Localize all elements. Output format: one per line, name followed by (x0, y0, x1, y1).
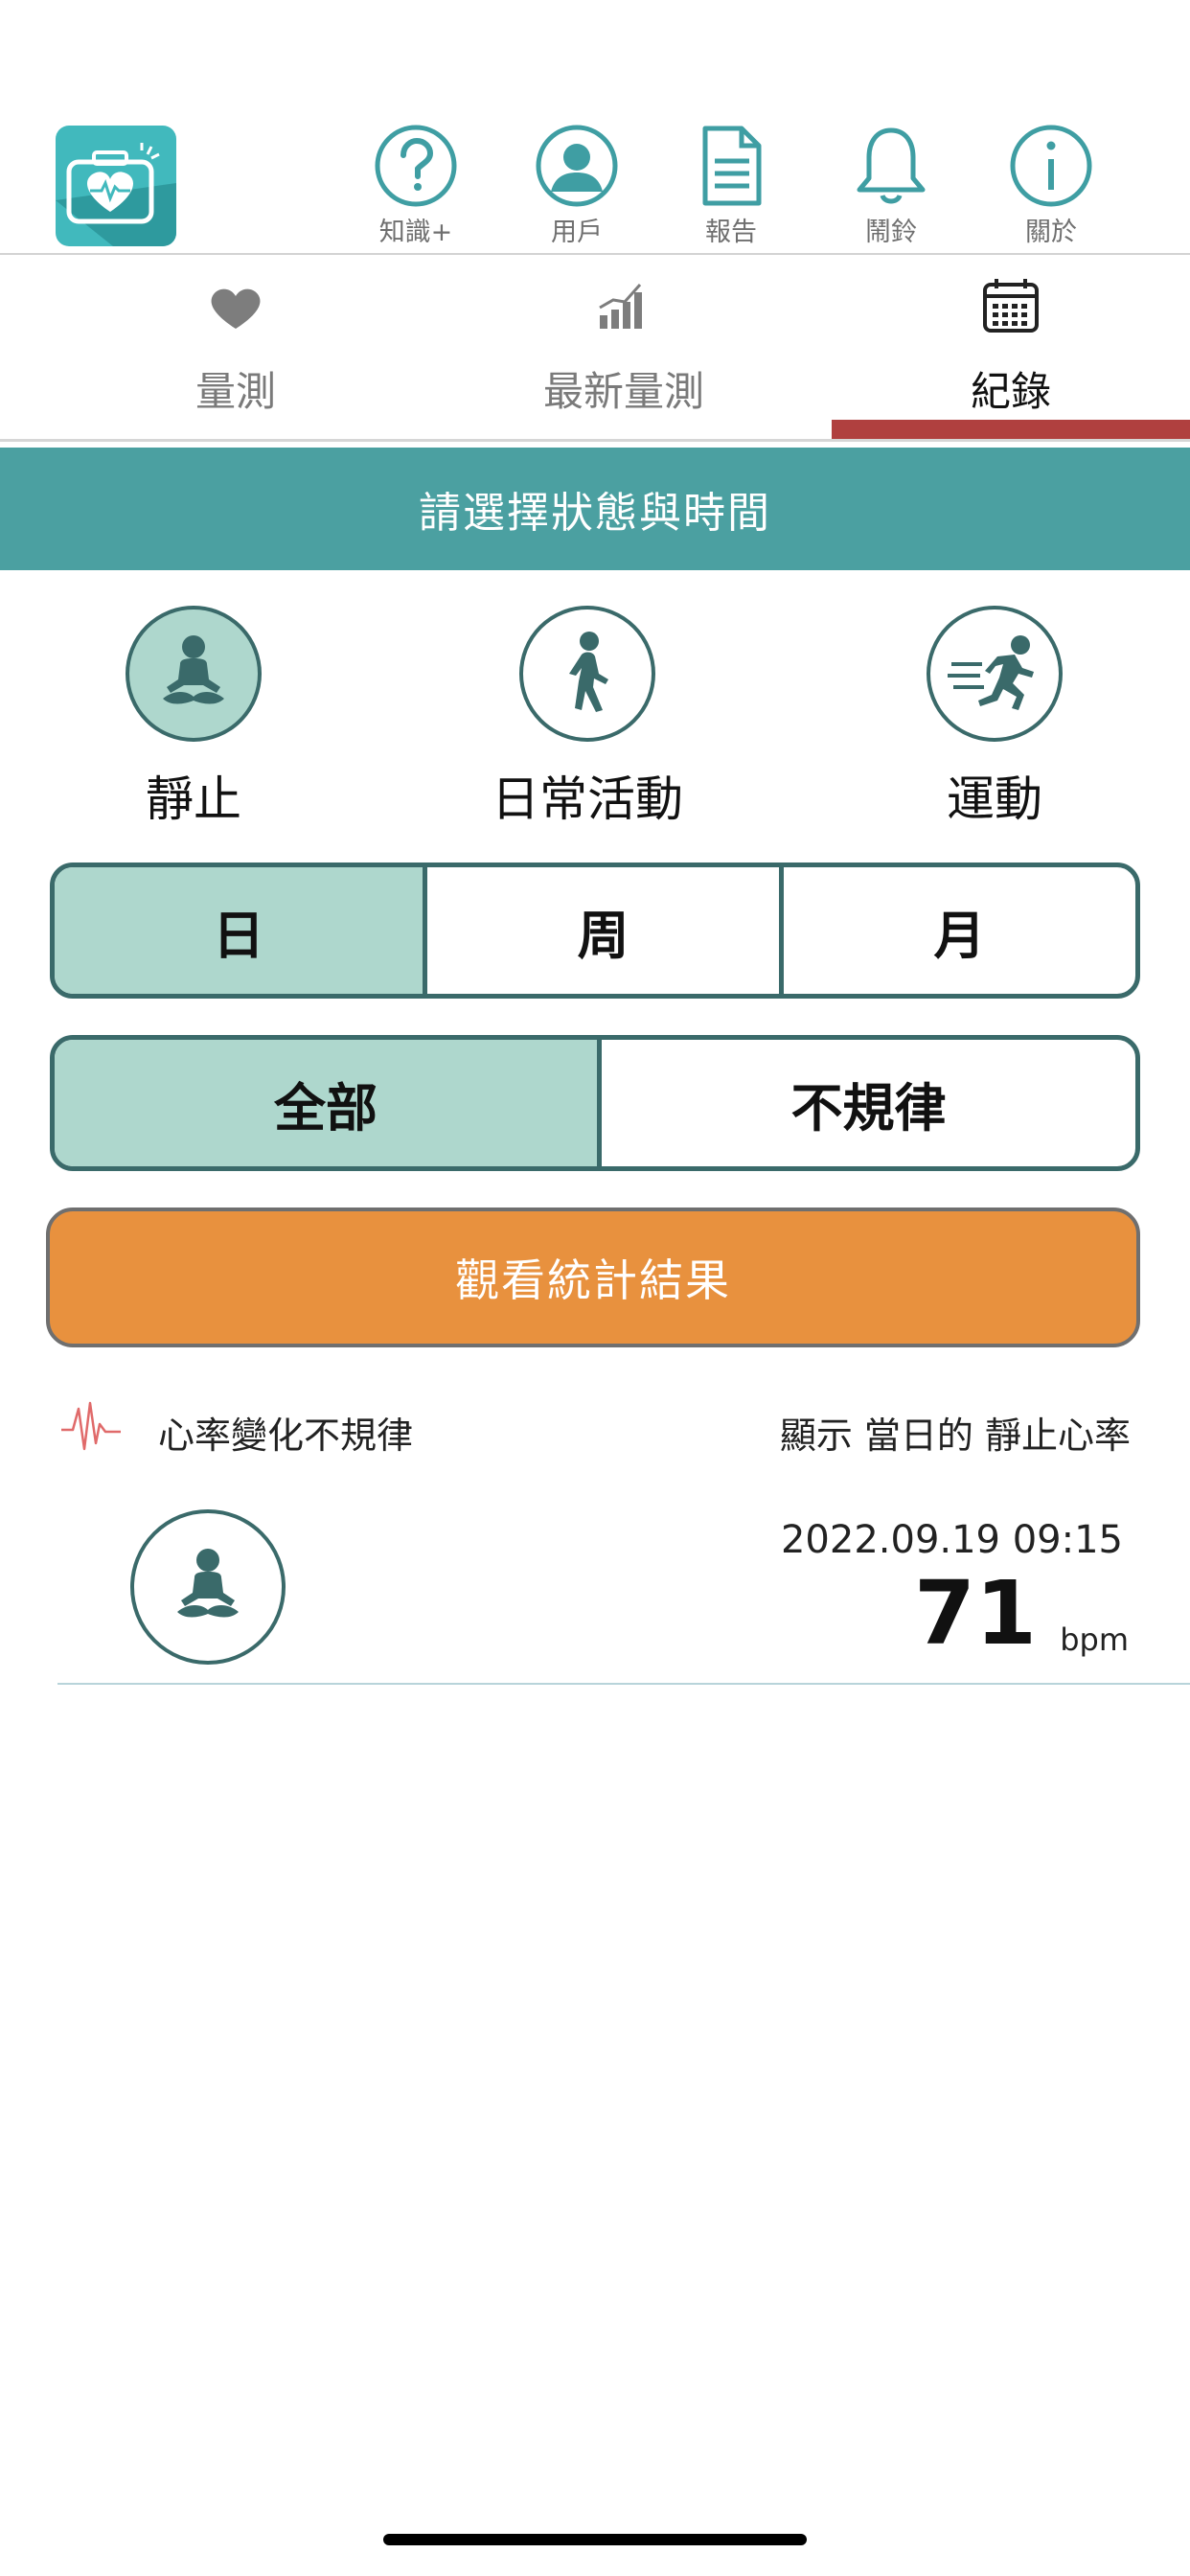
walking-icon (569, 632, 608, 712)
calendar-icon (983, 279, 1039, 333)
section-banner: 請選擇狀態與時間 (0, 448, 1190, 570)
irregular-legend-label: 心率變化不規律 (158, 1414, 414, 1457)
user-icon (536, 125, 618, 207)
nav-alarm[interactable]: 鬧鈴 (829, 123, 953, 247)
nav-about-label: 關於 (1025, 218, 1077, 247)
rhythm-all-button[interactable]: 全部 (55, 1040, 597, 1166)
state-daily-label: 日常活動 (492, 771, 683, 827)
state-exercise-label: 運動 (947, 771, 1042, 827)
info-icon (1010, 125, 1092, 207)
state-rest-label: 靜止 (146, 771, 241, 827)
home-indicator[interactable] (383, 2534, 807, 2545)
tab-measure-label: 量測 (195, 368, 276, 415)
report-icon (702, 126, 762, 206)
nav-user-label: 用戶 (551, 218, 603, 247)
state-rest-circle (126, 606, 262, 742)
active-tab-indicator (832, 420, 1190, 439)
period-month-button[interactable]: 月 (779, 867, 1135, 994)
record-unit: bpm (1060, 1622, 1129, 1658)
question-icon (375, 125, 457, 207)
tab-records-label: 紀錄 (970, 368, 1051, 415)
period-week-button[interactable]: 周 (423, 867, 779, 994)
state-exercise-circle (927, 606, 1063, 742)
nav-knowledge-label: 知識+ (378, 218, 453, 247)
meditation-icon (177, 1549, 239, 1618)
period-selector: 日 周 月 (50, 862, 1140, 999)
nav-user[interactable]: 用戶 (515, 123, 639, 247)
record-state-icon (130, 1509, 286, 1665)
chart-icon (599, 284, 642, 329)
state-daily-circle (519, 606, 655, 742)
bell-icon (857, 127, 926, 204)
app-logo (56, 126, 176, 246)
nav-knowledge[interactable]: 知識+ (354, 123, 478, 247)
tab-latest-label: 最新量測 (542, 368, 704, 415)
record-heart-rate: 71 (913, 1562, 1037, 1665)
nav-about[interactable]: 關於 (989, 123, 1113, 247)
nav-report-label: 報告 (705, 218, 757, 247)
record-divider (57, 1683, 1190, 1685)
rhythm-irregular-button[interactable]: 不規律 (597, 1040, 1135, 1166)
running-icon (948, 635, 1034, 710)
state-exercise[interactable]: 運動 (851, 606, 1138, 836)
tab-latest[interactable]: 最新量測 (480, 264, 767, 431)
heart-monitor-logo-icon (56, 143, 176, 246)
top-divider (0, 253, 1190, 255)
meditation-icon (163, 635, 224, 704)
tab-records[interactable]: 紀錄 (867, 264, 1155, 431)
display-filter-text: 顯示 當日的 靜止心率 (779, 1414, 1131, 1457)
tabs-divider (0, 439, 1190, 442)
rhythm-selector: 全部 不規律 (50, 1035, 1140, 1171)
irregular-pulse-icon (59, 1395, 123, 1460)
heart-icon (211, 288, 261, 329)
state-daily[interactable]: 日常活動 (444, 606, 731, 836)
record-datetime: 2022.09.19 09:15 (780, 1518, 1123, 1562)
nav-alarm-label: 鬧鈴 (865, 218, 917, 247)
nav-report[interactable]: 報告 (669, 123, 793, 247)
period-day-button[interactable]: 日 (55, 867, 423, 994)
state-rest[interactable]: 靜止 (50, 606, 337, 836)
view-statistics-button[interactable]: 觀看統計結果 (46, 1208, 1140, 1347)
tab-measure[interactable]: 量測 (92, 264, 379, 431)
